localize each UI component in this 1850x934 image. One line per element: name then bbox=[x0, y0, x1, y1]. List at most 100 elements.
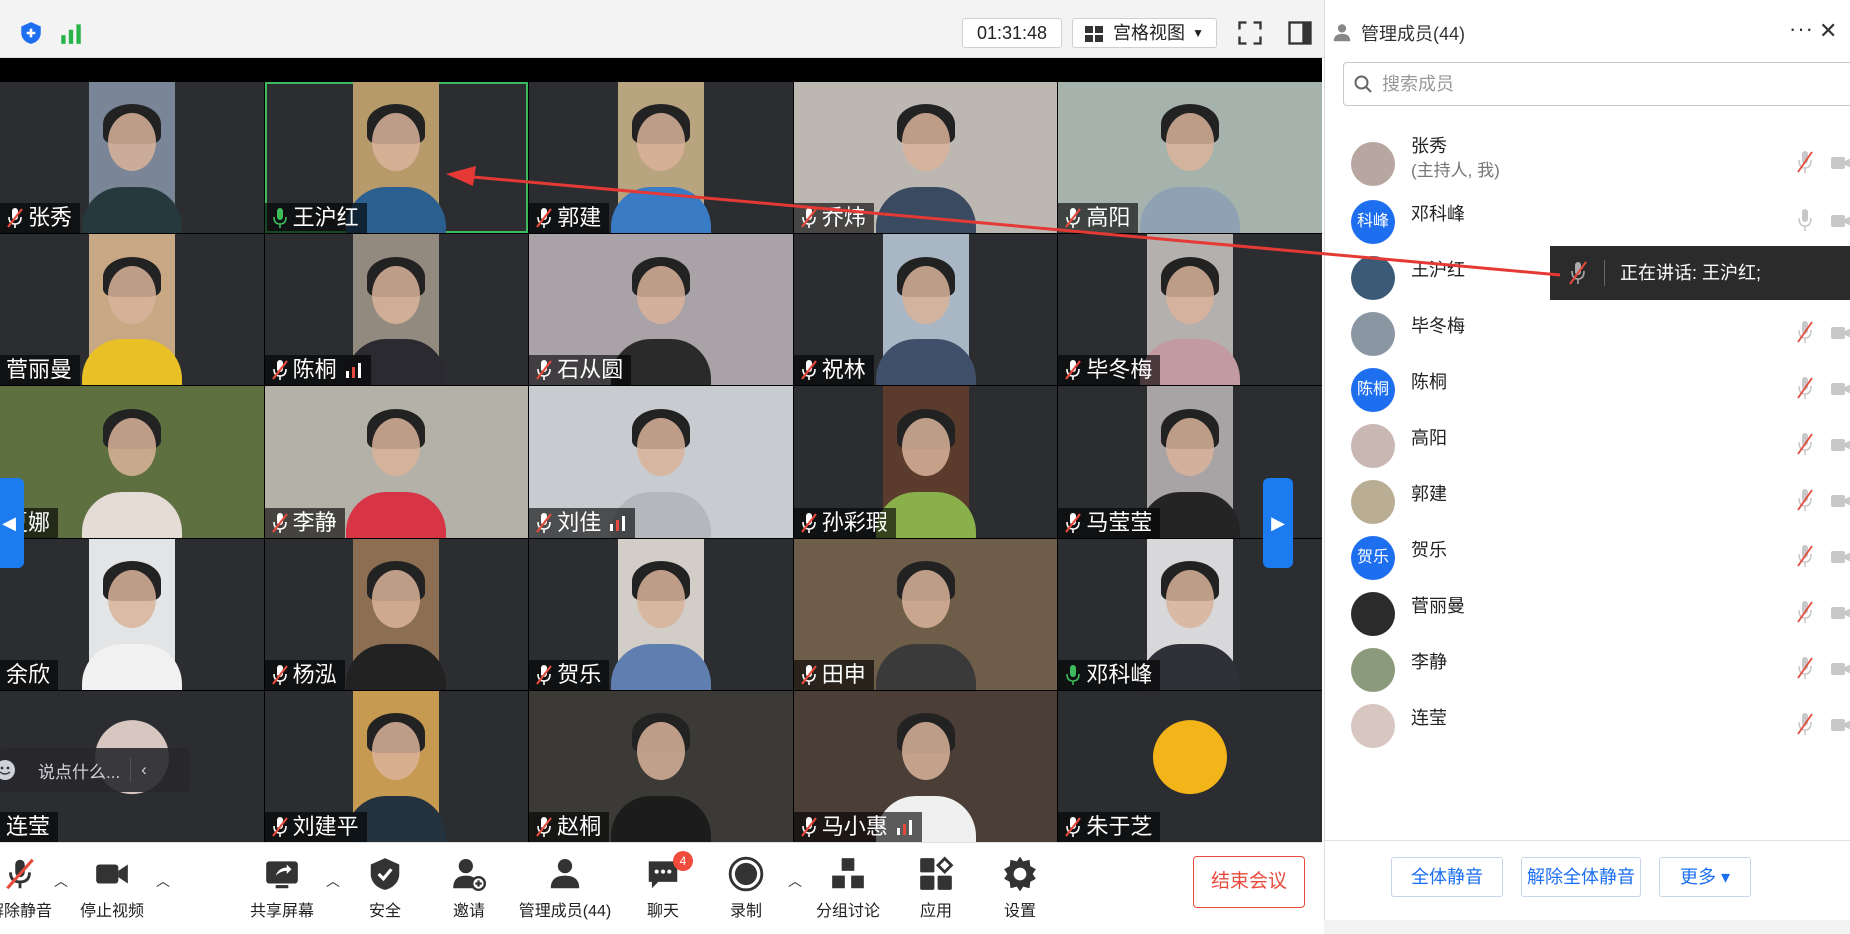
mic-icon bbox=[272, 208, 287, 229]
video-tile[interactable]: 陈桐 bbox=[264, 234, 529, 386]
mic-muted-icon[interactable] bbox=[1795, 320, 1815, 344]
mute-all-button[interactable]: 全体静音 bbox=[1391, 857, 1503, 897]
video-tile[interactable]: 杨泓 bbox=[264, 538, 529, 690]
member-row[interactable]: 张秀 (主持人, 我) bbox=[1325, 130, 1850, 188]
video-feed bbox=[610, 82, 711, 234]
more-options-icon[interactable]: ··· bbox=[1789, 16, 1814, 42]
video-tile[interactable]: 贺乐 bbox=[529, 538, 793, 690]
mic-muted-icon bbox=[271, 816, 288, 837]
video-tile[interactable]: 马小惠 bbox=[793, 690, 1058, 842]
chat-label: 聊天 bbox=[646, 903, 679, 920]
video-tile[interactable]: 刘佳 bbox=[529, 386, 793, 538]
video-camera-icon[interactable] bbox=[1831, 662, 1850, 676]
member-row[interactable]: 贺乐 贺乐 bbox=[1325, 524, 1850, 580]
video-camera-icon[interactable] bbox=[1831, 550, 1850, 564]
next-page-button[interactable]: ▶ bbox=[1263, 478, 1293, 568]
unmute-label: 解除静音 bbox=[0, 903, 52, 920]
video-tile[interactable]: 李静 bbox=[264, 386, 529, 538]
participant-face bbox=[107, 570, 156, 629]
video-tile[interactable]: 祝林 bbox=[793, 234, 1058, 386]
video-tile[interactable]: 王沪红 bbox=[264, 82, 529, 234]
participant-body bbox=[346, 643, 447, 690]
view-mode-dropdown[interactable]: 宫格视图 ▼ bbox=[1072, 18, 1217, 48]
view-mode-label: 宫格视图 bbox=[1113, 23, 1185, 43]
prev-page-button[interactable]: ◀ bbox=[0, 478, 24, 568]
member-row[interactable]: 菅丽曼 bbox=[1325, 580, 1850, 636]
participant-nametag: 祝林 bbox=[793, 355, 874, 386]
video-camera-icon[interactable] bbox=[1831, 438, 1850, 452]
video-camera-icon[interactable] bbox=[1831, 382, 1850, 396]
video-tile[interactable]: 夏娜 bbox=[0, 386, 264, 538]
mic-muted-icon[interactable] bbox=[1795, 376, 1815, 400]
more-button[interactable]: 更多 ▾ bbox=[1659, 857, 1751, 897]
collapse-chat-icon[interactable]: ‹ bbox=[141, 760, 147, 780]
video-camera-icon[interactable] bbox=[1831, 606, 1850, 620]
member-row[interactable]: 高阳 bbox=[1325, 412, 1850, 468]
divider bbox=[1604, 260, 1605, 286]
video-tile[interactable]: 赵桐 bbox=[529, 690, 793, 842]
member-row[interactable]: 陈桐 陈桐 bbox=[1325, 356, 1850, 412]
shield-icon[interactable] bbox=[18, 20, 44, 46]
chevron-down-icon: ▼ bbox=[1192, 26, 1204, 40]
mic-muted-icon[interactable] bbox=[1795, 600, 1815, 624]
video-tile[interactable]: 孙彩瑕 bbox=[793, 386, 1058, 538]
video-tile[interactable]: 乔炜 bbox=[793, 82, 1058, 234]
mic-muted-icon[interactable] bbox=[1795, 432, 1815, 456]
video-feed bbox=[81, 234, 182, 386]
mic-muted-icon[interactable] bbox=[1795, 488, 1815, 512]
member-row[interactable]: 李静 bbox=[1325, 636, 1850, 692]
member-row[interactable]: 科峰 邓科峰 bbox=[1325, 188, 1850, 244]
signal-icon[interactable] bbox=[58, 20, 84, 46]
stop-video-button[interactable]: 停止视频 bbox=[52, 855, 172, 921]
unmute-all-button[interactable]: 解除全体静音 bbox=[1521, 857, 1641, 897]
mic-muted-icon[interactable] bbox=[1795, 150, 1815, 174]
signal-icon bbox=[610, 515, 626, 531]
add-user-icon bbox=[453, 858, 487, 892]
emoji-icon[interactable] bbox=[0, 759, 16, 781]
video-camera-icon[interactable] bbox=[1831, 718, 1850, 732]
member-row[interactable]: 郭建 bbox=[1325, 468, 1850, 524]
video-tile[interactable]: 张秀 bbox=[0, 82, 264, 234]
member-row[interactable]: 连莹 bbox=[1325, 692, 1850, 748]
video-tile[interactable]: 郭建 bbox=[529, 82, 793, 234]
mic-muted-icon[interactable] bbox=[1795, 656, 1815, 680]
invite-label: 邀请 bbox=[452, 903, 485, 920]
fullscreen-icon[interactable] bbox=[1236, 19, 1264, 47]
video-feed bbox=[610, 538, 711, 690]
member-row[interactable]: 毕冬梅 bbox=[1325, 300, 1850, 356]
video-camera-icon[interactable] bbox=[1831, 156, 1850, 170]
end-meeting-button[interactable]: 结束会议 bbox=[1193, 856, 1305, 908]
video-camera-icon[interactable] bbox=[1831, 326, 1850, 340]
video-tile[interactable]: 余欣 bbox=[0, 538, 264, 690]
mic-icon[interactable] bbox=[1795, 208, 1815, 232]
video-camera-icon[interactable] bbox=[1831, 214, 1850, 228]
search-member-input[interactable]: 搜索成员 bbox=[1343, 62, 1850, 106]
video-tile[interactable]: 高阳 bbox=[1058, 82, 1322, 234]
video-tile[interactable]: 田申 bbox=[793, 538, 1058, 690]
participant-body bbox=[81, 339, 182, 386]
video-tile[interactable]: 朱于芝 bbox=[1058, 690, 1322, 842]
shield-icon bbox=[370, 858, 400, 890]
status-strip bbox=[1324, 920, 1850, 934]
share-screen-button[interactable]: 共享屏幕 bbox=[222, 855, 342, 921]
video-tile[interactable]: 刘建平 bbox=[264, 690, 529, 842]
video-tile[interactable]: 毕冬梅 bbox=[1058, 234, 1322, 386]
sidebar-toggle-icon[interactable] bbox=[1286, 19, 1314, 47]
video-camera-icon[interactable] bbox=[1831, 494, 1850, 508]
chevron-up-icon[interactable]: ︿ bbox=[156, 871, 170, 891]
participant-face bbox=[1166, 417, 1215, 476]
quick-chat-box[interactable]: 说点什么... ‹ bbox=[0, 748, 190, 792]
participant-nametag: 毕冬梅 bbox=[1058, 355, 1161, 386]
video-tile[interactable]: 石从圆 bbox=[529, 234, 793, 386]
stop-video-label: 停止视频 bbox=[79, 903, 144, 920]
participant-name: 菅丽曼 bbox=[6, 357, 73, 383]
participant-face bbox=[636, 113, 685, 172]
settings-button[interactable]: 设置 bbox=[960, 855, 1080, 921]
mic-muted-icon[interactable] bbox=[1795, 544, 1815, 568]
participant-name: 毕冬梅 bbox=[1086, 357, 1153, 383]
mic-muted-icon[interactable] bbox=[1795, 712, 1815, 736]
participant-nametag: 石从圆 bbox=[529, 355, 632, 386]
close-icon[interactable]: ✕ bbox=[1819, 18, 1837, 44]
video-tile[interactable]: 菅丽曼 bbox=[0, 234, 264, 386]
avatar bbox=[1351, 142, 1395, 186]
